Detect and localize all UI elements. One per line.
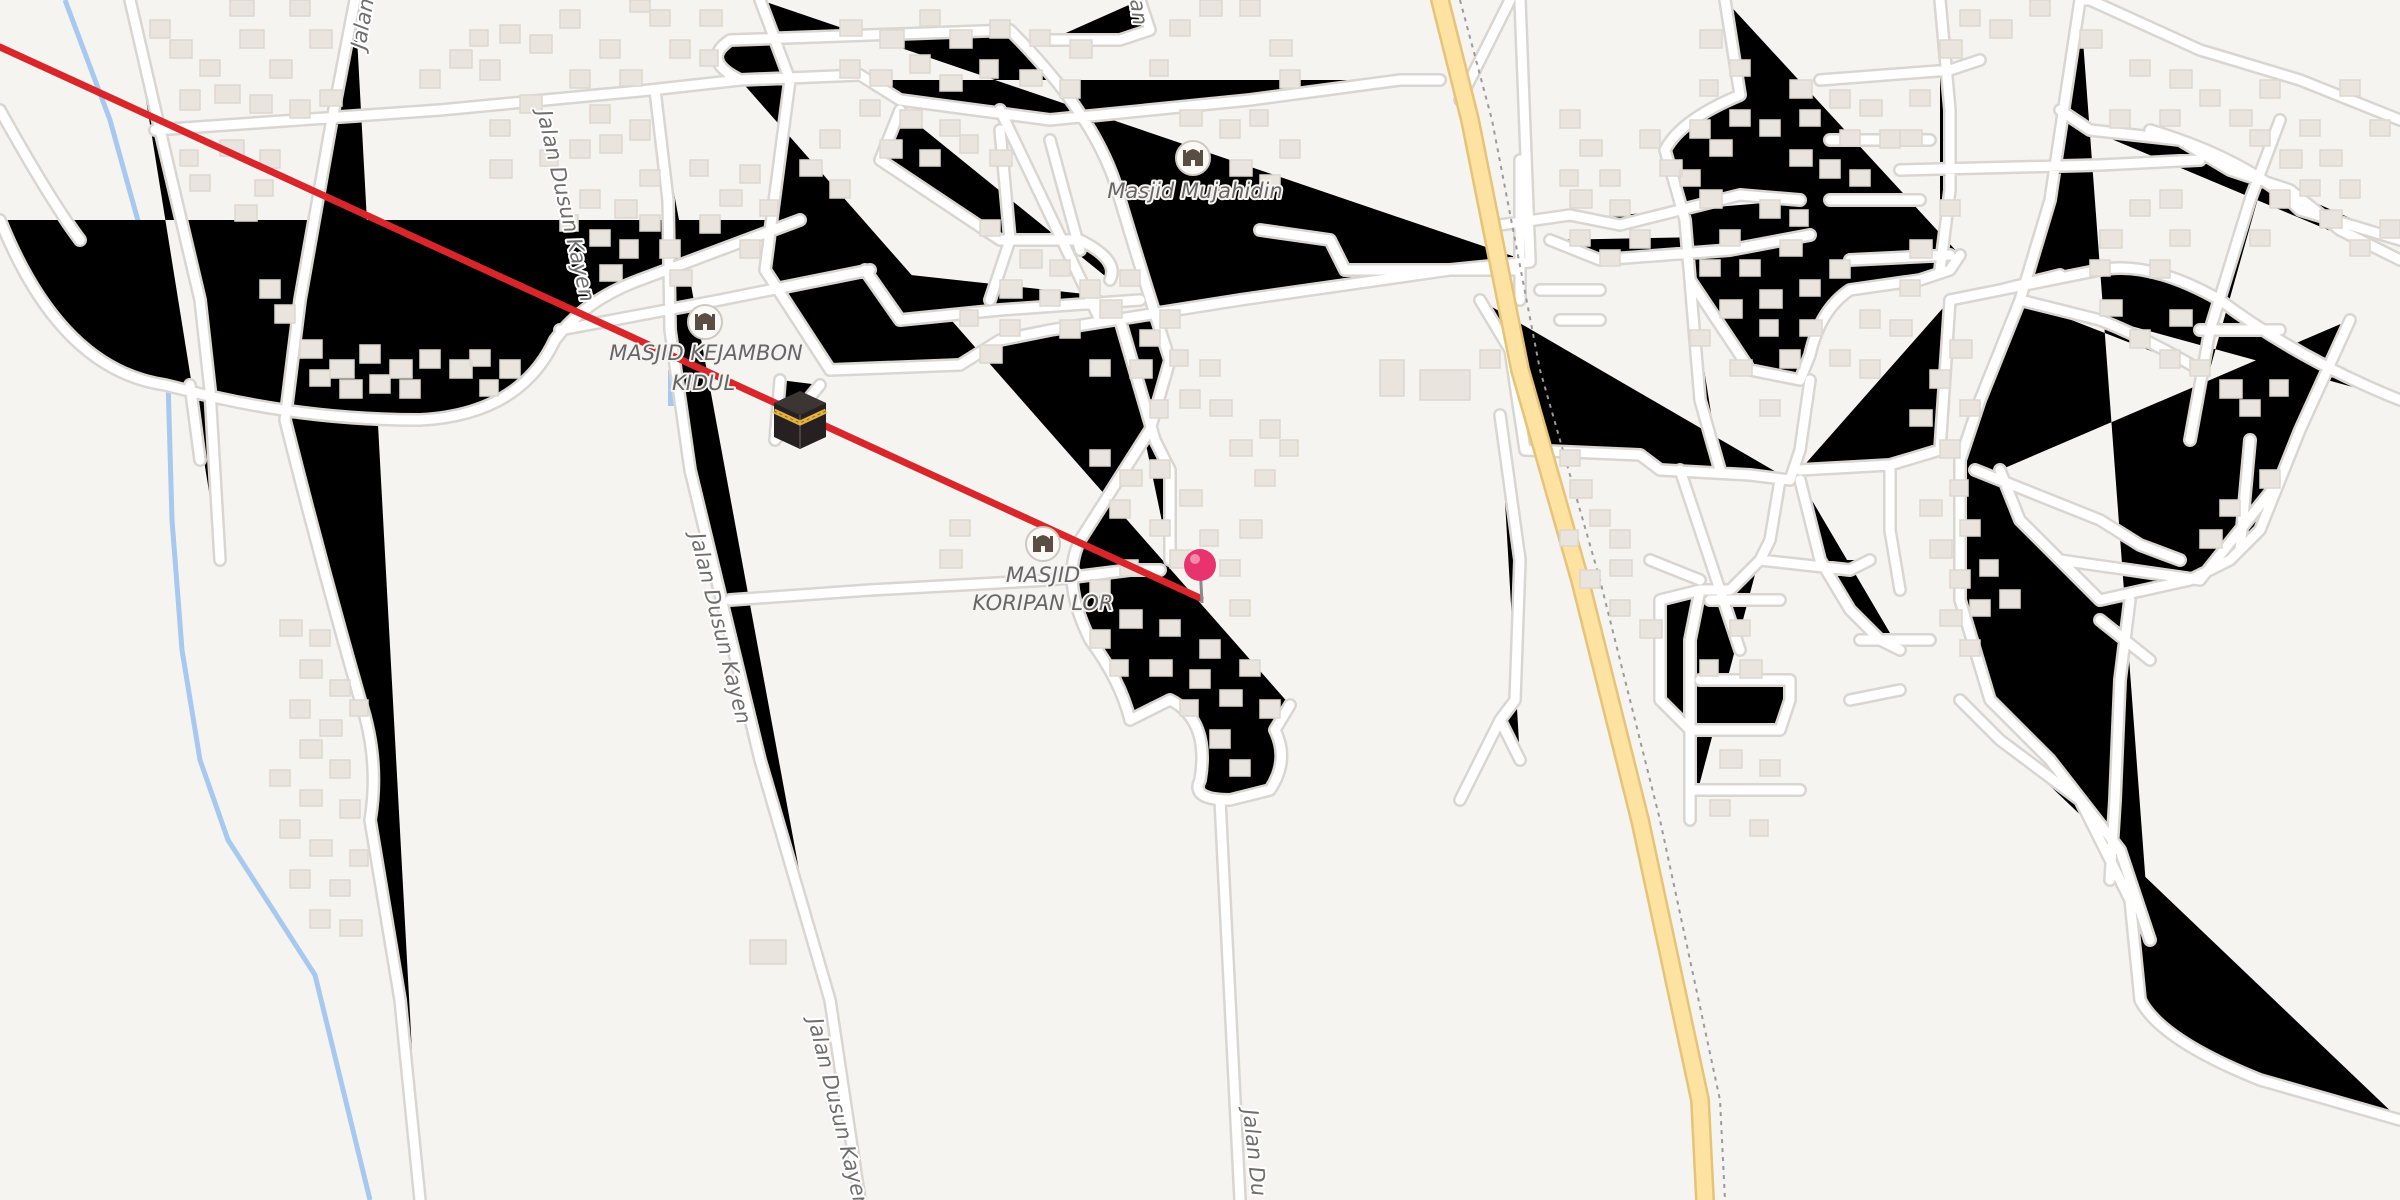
kaaba-icon[interactable]	[772, 391, 828, 449]
poi-label-masjid-mujahidin: Masjid Mujahidin	[1107, 179, 1282, 203]
map-canvas[interactable]: Masjid Mujahidin MASJID KEJAMBON KIDUL M…	[0, 0, 2400, 1200]
poi-label-masjid-koripan-lor: MASJID	[1006, 563, 1080, 587]
poi-label-masjid-kejambon-kidul-line2: KIDUL	[672, 371, 735, 395]
mosque-icon[interactable]	[1175, 140, 1211, 176]
poi-label-masjid-koripan-lor-line2: KORIPAN LOR	[972, 591, 1113, 615]
mosque-icon[interactable]	[1025, 526, 1061, 562]
road-label-jalan-top-center: an	[1125, 0, 1152, 27]
poi-label-masjid-kejambon-kidul: MASJID KEJAMBON	[609, 341, 803, 365]
mosque-icon[interactable]	[687, 304, 723, 340]
